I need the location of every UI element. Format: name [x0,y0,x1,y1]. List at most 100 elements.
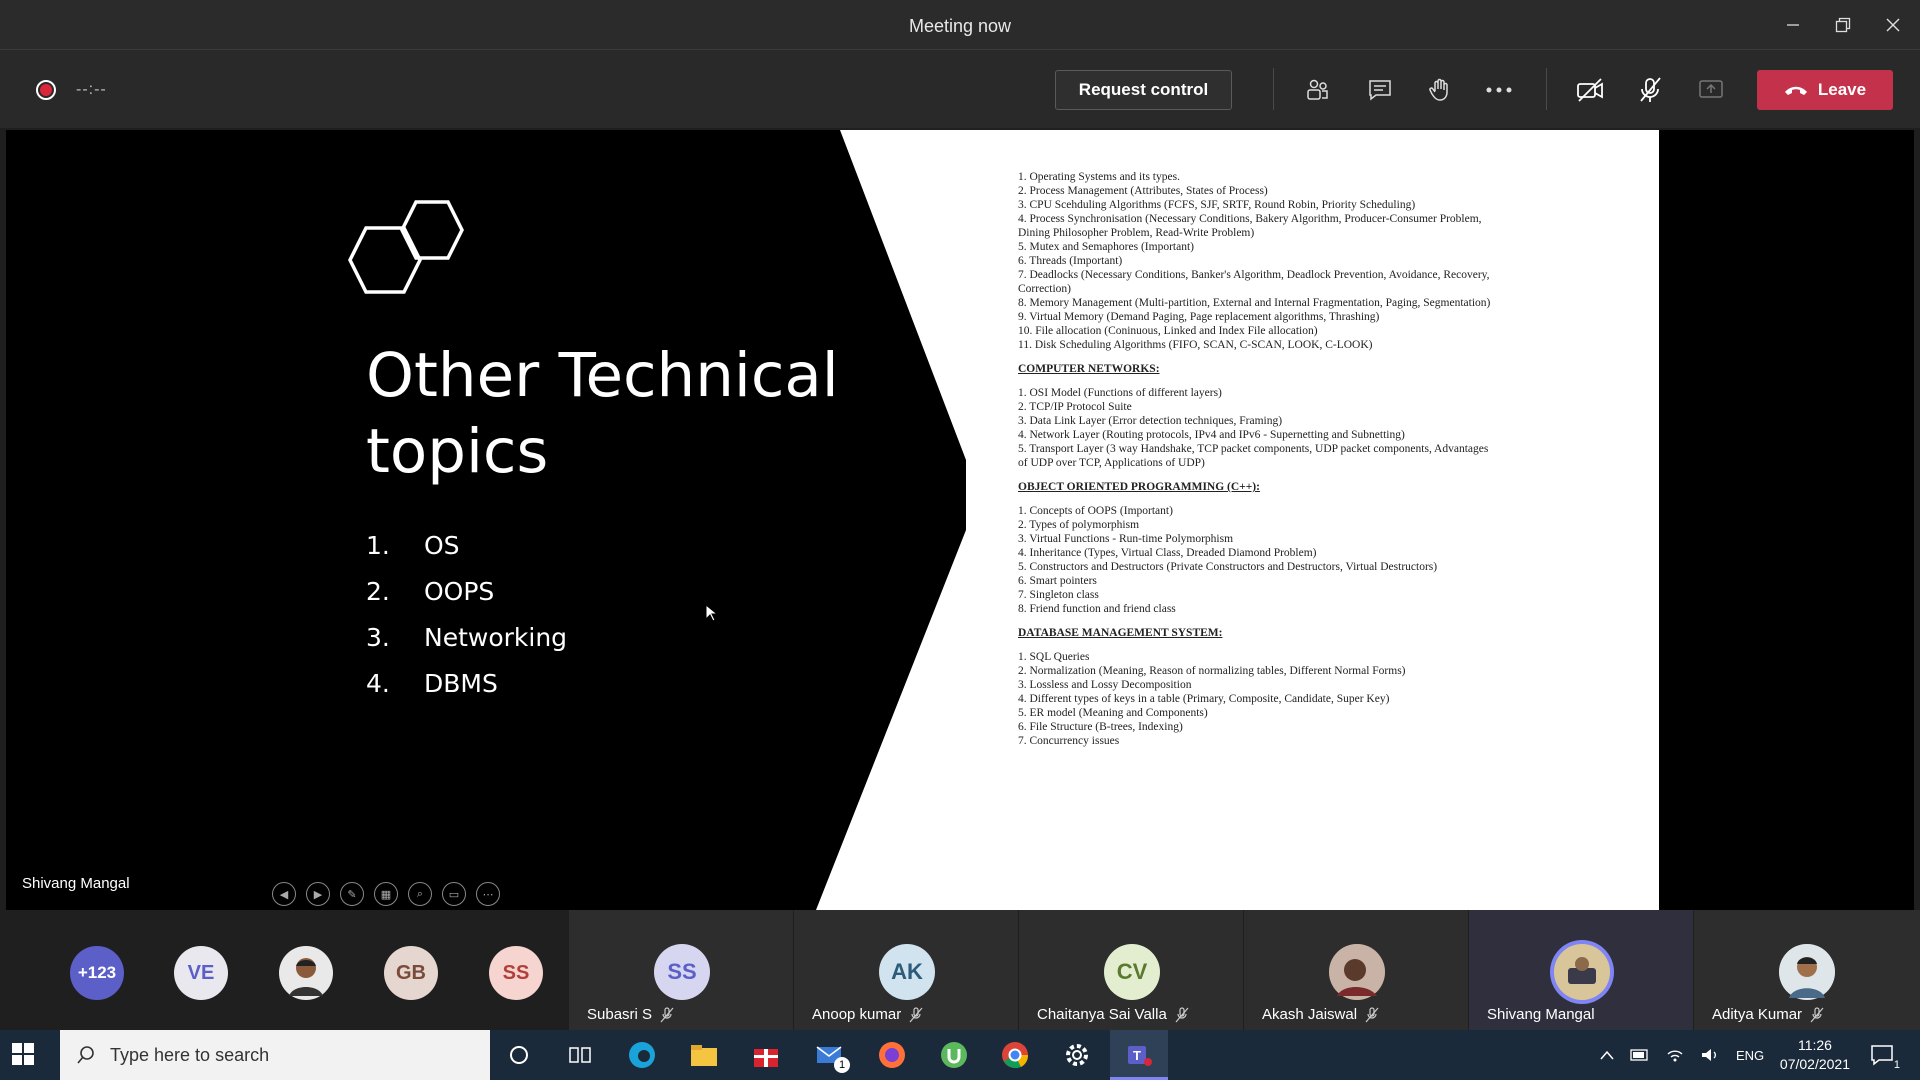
volume-icon[interactable] [1700,1047,1720,1063]
avatar[interactable]: SS [489,946,543,1000]
document-line: 2. Process Management (Attributes, State… [1018,185,1268,197]
participants-icon[interactable] [1300,72,1336,108]
wifi-icon[interactable] [1666,1047,1684,1063]
title-bar: Meeting now [0,0,1920,50]
participant-tile[interactable]: Akash Jaiswal [1244,910,1468,1030]
restore-button[interactable] [1820,8,1866,42]
avatar: AK [879,944,935,1000]
document-line: 5. ER model (Meaning and Components) [1018,707,1208,719]
list-text: Networking [424,622,568,652]
document-line: 6. Smart pointers [1018,575,1097,587]
previous-slide-icon[interactable]: ◀ [272,882,296,906]
participant-tile[interactable]: Aditya Kumar [1694,910,1920,1030]
participant-name: Aditya Kumar [1712,1006,1824,1023]
chat-icon[interactable] [1362,72,1398,108]
section-heading: DATABASE MANAGEMENT SYSTEM: [1018,627,1223,639]
avatar[interactable]: GB [384,946,438,1000]
participant-name: Chaitanya Sai Valla [1037,1006,1189,1023]
os-section: 1. Operating Systems and its types. 2. Pr… [1018,170,1558,352]
settings-gear-icon[interactable] [1061,1039,1093,1071]
svg-text:T: T [1133,1048,1141,1063]
slide-controls: ◀ ▶ ✎ ▦ ⌕ ▭ ⋯ [272,882,500,906]
firefox-icon[interactable] [876,1039,908,1071]
toolbar-divider [1546,68,1547,110]
subtitles-icon[interactable]: ▭ [442,882,466,906]
language-indicator[interactable]: ENG [1736,1048,1764,1063]
document-line: 7. Singleton class [1018,589,1099,601]
slide-panel [6,130,1006,910]
windows-start-icon[interactable] [12,1043,34,1065]
overflow-participants-badge[interactable]: +123 [70,946,124,1000]
participant-name-text: Aditya Kumar [1712,1006,1803,1023]
task-view-icon[interactable] [564,1039,596,1071]
clock[interactable]: 11:26 07/02/2021 [1780,1036,1850,1074]
avatar[interactable]: VE [174,946,228,1000]
edge-browser-icon[interactable] [626,1039,658,1071]
person-photo-icon [1554,944,1610,1000]
next-slide-icon[interactable]: ▶ [306,882,330,906]
mail-badge: 1 [834,1057,850,1073]
zoom-icon[interactable]: ⌕ [408,882,432,906]
participant-tile[interactable]: SS Subasri S [569,910,793,1030]
participant-strip: +123 VE GB SS SS Subasri S AK Anoop kuma… [0,910,1920,1030]
taskbar-search-box[interactable]: Type here to search [60,1030,490,1080]
toolbar-divider [1273,68,1274,110]
mic-off-icon [1810,1006,1824,1022]
document-line: 10. File allocation (Coninuous, Linked a… [1018,325,1318,337]
utorrent-icon[interactable] [938,1039,970,1071]
notifications-badge: 1 [1893,1059,1900,1071]
windows-taskbar: Type here to search 1 T ENG 11:26 07/02/… [0,1030,1920,1080]
minimize-button[interactable] [1770,8,1816,42]
person-photo-icon [279,946,333,1000]
document-line: 5. Mutex and Semaphores (Important) [1018,241,1194,253]
person-photo-icon [1329,944,1385,1000]
more-options-icon[interactable] [1481,72,1517,108]
presenter-label: Shivang Mangal [22,875,130,892]
mail-icon[interactable]: 1 [814,1039,850,1073]
file-explorer-icon[interactable] [688,1039,720,1071]
leave-button[interactable]: Leave [1757,70,1893,110]
teams-icon[interactable]: T [1110,1030,1168,1080]
mouse-cursor-icon [705,604,717,622]
participant-tile-active-speaker[interactable]: Shivang Mangal [1469,910,1693,1030]
avatar-photo[interactable] [279,946,333,1000]
camera-off-icon[interactable] [1572,72,1608,108]
mic-off-icon [1175,1006,1189,1022]
shared-screen: Other Technical topics 1. OS 2. OOPS 3. Net… [6,130,1914,910]
restore-icon [1835,17,1851,33]
more-slide-options-icon[interactable]: ⋯ [476,882,500,906]
document-line: 7. Deadlocks (Necessary Conditions, Bank… [1018,269,1490,281]
document-line: 7. Concurrency issues [1018,735,1120,747]
list-item: 2. OOPS [366,568,567,614]
slide-title: Other Technical topics [366,340,839,487]
close-button[interactable] [1870,8,1916,42]
request-control-button[interactable]: Request control [1055,70,1232,110]
cortana-icon[interactable] [503,1039,535,1071]
mic-off-icon[interactable] [1632,72,1668,108]
notifications-icon[interactable]: 1 [1866,1039,1900,1071]
participant-tile[interactable]: AK Anoop kumar [794,910,1018,1030]
avatar: CV [1104,944,1160,1000]
raise-hand-icon[interactable] [1422,72,1458,108]
chevron-up-icon[interactable] [1600,1050,1614,1060]
mic-off-icon [660,1006,674,1022]
leave-label: Leave [1817,80,1867,99]
chrome-icon[interactable] [999,1039,1031,1071]
participant-name: Anoop kumar [812,1006,923,1023]
search-icon [77,1046,94,1064]
participant-tile[interactable]: CV Chaitanya Sai Valla [1019,910,1243,1030]
share-tray-icon[interactable] [1693,72,1729,108]
document-line: 4. Inheritance (Types, Virtual Class, Dr… [1018,547,1317,559]
pen-icon[interactable]: ✎ [340,882,364,906]
participant-name-text: Anoop kumar [812,1006,902,1023]
document-line: of UDP over TCP, Applications of UDP) [1018,457,1205,469]
close-icon [1886,18,1900,32]
gift-app-icon[interactable] [750,1039,782,1071]
document-line: 8. Memory Management (Multi-partition, E… [1018,297,1491,309]
battery-icon[interactable] [1630,1049,1650,1061]
slides-grid-icon[interactable]: ▦ [374,882,398,906]
cn-section: 1. OSI Model (Functions of different lay… [1018,386,1558,470]
document-line: 6. File Structure (B-trees, Indexing) [1018,721,1183,733]
document-line: 3. CPU Scehduling Algorithms (FCFS, SJF,… [1018,199,1416,211]
list-text: OS [424,530,460,560]
